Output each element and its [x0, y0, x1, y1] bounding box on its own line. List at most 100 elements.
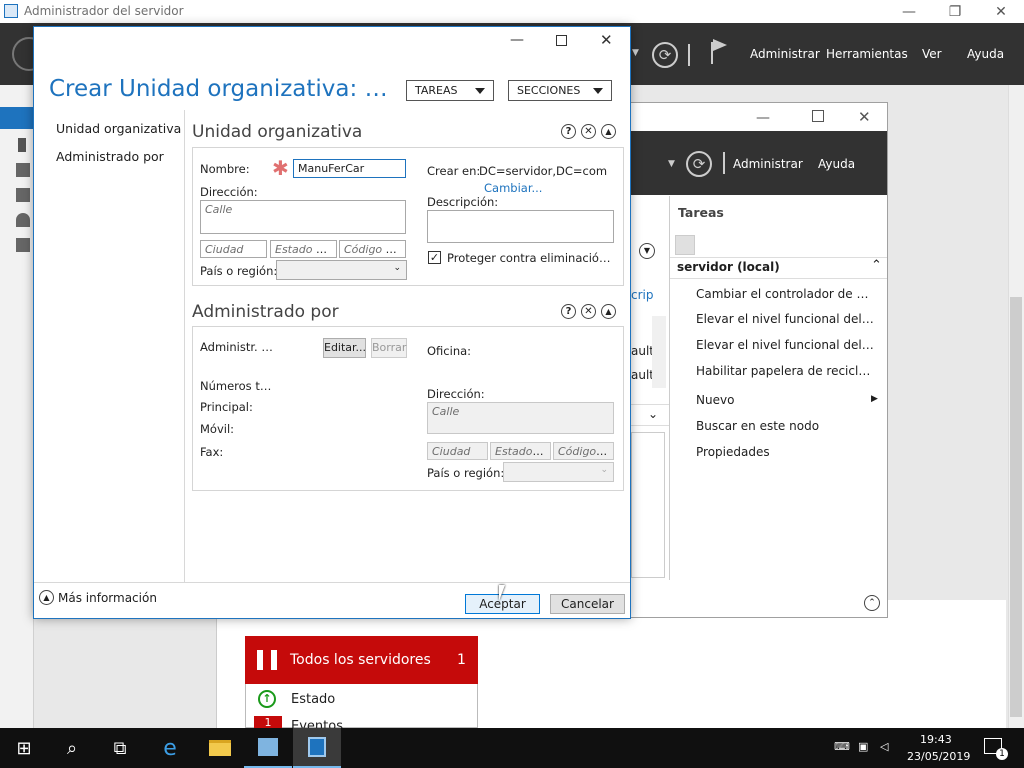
edit-manager-button[interactable]: Editar...	[323, 338, 366, 358]
tasks-pin-icon[interactable]	[675, 235, 695, 255]
chevron-down-icon: ⌄	[600, 465, 608, 475]
dialog-minimize-button[interactable]: —	[510, 32, 524, 48]
tasks-title: Tareas	[678, 205, 724, 220]
task-elevar-bosque[interactable]: Elevar el nivel funcional del bo...	[696, 312, 876, 326]
zip-input[interactable]: Código po...	[339, 240, 406, 258]
help-icon[interactable]: ?	[561, 304, 576, 319]
city-input[interactable]: Ciudad	[200, 240, 267, 258]
task-cambiar-controlador[interactable]: Cambiar el controlador de do...	[696, 287, 876, 301]
volume-icon[interactable]: ◁	[880, 740, 888, 753]
name-label: Nombre:	[200, 162, 250, 176]
server-manager-left-nav	[0, 85, 34, 728]
clock-time[interactable]: 19:43	[920, 733, 952, 746]
managed-street-placeholder: Calle	[432, 405, 460, 418]
flag-icon[interactable]	[713, 39, 727, 51]
more-info-expand-icon[interactable]: ▲	[39, 590, 54, 605]
tasks-dropdown[interactable]: TAREAS	[406, 80, 494, 101]
description-label: Descripción:	[427, 195, 499, 209]
notification-count-badge: 1	[996, 748, 1008, 760]
collapse-section-icon[interactable]: ▲	[601, 124, 616, 139]
minimize-button[interactable]: —	[886, 0, 932, 23]
ad-close-button[interactable]: ✕	[858, 108, 871, 126]
menu-administrar[interactable]: Administrar	[750, 47, 820, 61]
internet-explorer-icon[interactable]: e	[146, 728, 194, 768]
tile-body: ↑ Estado 1 Eventos	[245, 684, 478, 728]
scrollbar-thumb[interactable]	[1010, 297, 1022, 717]
help-icon[interactable]: ?	[561, 124, 576, 139]
events-count-badge: 1	[254, 716, 282, 728]
all-servers-tile[interactable]: Todos los servidores 1	[245, 636, 478, 684]
ad-partial-link[interactable]: crip	[631, 288, 653, 302]
task-elevar-dominio[interactable]: Elevar el nivel funcional del do...	[696, 338, 876, 352]
ad-expand-icon[interactable]: ▼	[639, 243, 655, 259]
ad-minimize-button[interactable]: —	[756, 110, 770, 126]
nav-administrado-por[interactable]: Administrado por	[56, 149, 164, 164]
managed-country-select: ⌄	[503, 462, 614, 482]
ad-middle-scrollbar[interactable]	[652, 316, 666, 388]
start-windows-icon[interactable]: ⊞	[0, 728, 48, 768]
description-input[interactable]	[427, 210, 614, 243]
mobile-phone-label: Móvil:	[200, 422, 235, 436]
menu-herramientas[interactable]: Herramientas	[826, 47, 908, 61]
change-location-link[interactable]: Cambiar...	[484, 181, 542, 195]
protect-checkbox[interactable]: ✓	[428, 251, 441, 264]
dialog-maximize-button[interactable]	[556, 35, 567, 46]
task-habilitar-papelera[interactable]: Habilitar papelera de reciclaje...	[696, 364, 876, 378]
dropdown-arrow-icon[interactable]: ▼	[632, 48, 639, 58]
close-section-icon[interactable]: ✕	[581, 304, 596, 319]
street-input[interactable]: Calle	[200, 200, 406, 234]
create-in-label: Crear en:	[427, 164, 481, 178]
tile-events-label[interactable]: Eventos	[291, 719, 343, 728]
restore-button[interactable]: ❐	[932, 0, 978, 23]
more-info-link[interactable]: Más información	[58, 591, 157, 605]
ad-ds-icon[interactable]	[16, 188, 30, 202]
task-buscar[interactable]: Buscar en este nodo	[696, 419, 819, 433]
cancel-button[interactable]: Cancelar	[550, 594, 625, 614]
dns-icon[interactable]	[16, 213, 30, 227]
close-section-icon[interactable]: ✕	[581, 124, 596, 139]
input-indicator-icon[interactable]: ⌨	[834, 740, 850, 753]
ad-admin-center-taskbar-icon[interactable]	[293, 728, 341, 768]
local-server-icon[interactable]	[18, 138, 26, 152]
tile-status-label[interactable]: Estado	[291, 692, 335, 707]
nav-dashboard-selected[interactable]	[0, 107, 34, 129]
menu-ayuda[interactable]: Ayuda	[967, 47, 1004, 61]
file-services-icon[interactable]	[16, 238, 30, 252]
ad-menu-ayuda[interactable]: Ayuda	[818, 157, 855, 171]
clear-manager-button[interactable]: Borrar	[371, 338, 407, 358]
node-collapse-icon[interactable]: ⌃	[871, 258, 882, 273]
ad-expand-bottom-icon[interactable]: ⌃	[864, 595, 880, 611]
managed-country-label: País o región:	[427, 466, 505, 480]
ad-menu-administrar[interactable]: Administrar	[733, 157, 803, 171]
file-explorer-icon[interactable]	[196, 728, 244, 768]
ad-refresh-icon[interactable]: ⟳	[686, 151, 712, 177]
close-button[interactable]: ✕	[978, 0, 1024, 23]
zip-placeholder: Código po...	[344, 243, 406, 256]
menu-ver[interactable]: Ver	[922, 47, 942, 61]
task-propiedades[interactable]: Propiedades	[696, 445, 770, 459]
server-manager-taskbar-icon[interactable]	[244, 728, 292, 768]
network-icon[interactable]: ▣	[858, 740, 868, 753]
managed-address-label: Dirección:	[427, 387, 485, 401]
ad-collapse-chevron-icon[interactable]: ⌄	[648, 407, 658, 421]
name-input[interactable]: ManuFerCar	[293, 159, 406, 178]
street-placeholder: Calle	[205, 203, 233, 216]
sections-dropdown[interactable]: SECCIONES	[508, 80, 612, 101]
all-servers-icon[interactable]	[16, 163, 30, 177]
task-view-icon[interactable]: ⧉	[96, 728, 144, 768]
status-ok-icon: ↑	[258, 690, 276, 708]
ad-maximize-button[interactable]	[812, 110, 824, 122]
collapse-section-icon[interactable]: ▲	[601, 304, 616, 319]
mouse-cursor	[499, 585, 511, 601]
search-icon[interactable]: ⌕	[48, 728, 96, 768]
country-select[interactable]: ⌄	[276, 260, 407, 280]
state-input[interactable]: Estado o p...	[270, 240, 337, 258]
phones-label: Números telé	[200, 379, 273, 393]
refresh-icon[interactable]: ⟳	[652, 42, 678, 68]
ad-dropdown-arrow-icon[interactable]: ▼	[668, 159, 675, 169]
country-label: País o región:	[200, 264, 278, 278]
clock-date[interactable]: 23/05/2019	[907, 750, 970, 763]
task-nuevo[interactable]: Nuevo	[696, 393, 734, 407]
nav-unidad-organizativa[interactable]: Unidad organizativa	[56, 121, 181, 136]
dialog-close-button[interactable]: ✕	[600, 31, 613, 49]
